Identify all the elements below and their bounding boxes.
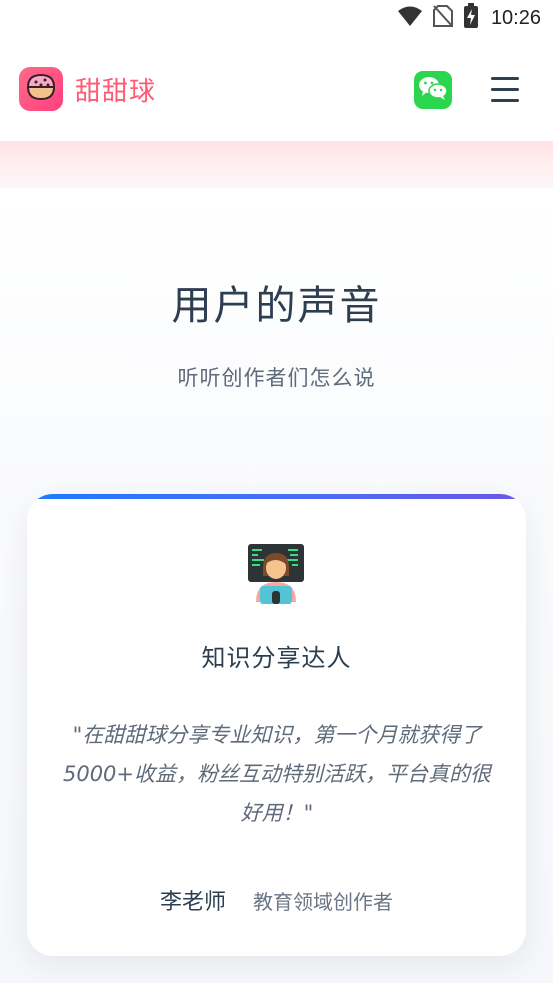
header: 甜甜球 bbox=[0, 36, 553, 141]
card-accent-bar bbox=[27, 494, 526, 499]
testimonial-quote: "在甜甜球分享专业知识，第一个月就获得了5000+收益，粉丝互动特别活跃，平台真… bbox=[62, 723, 492, 825]
no-sim-icon bbox=[432, 4, 453, 32]
status-icons: 10:26 bbox=[397, 3, 541, 33]
card-author: 李老师 教育领域创作者 bbox=[27, 884, 526, 916]
menu-bar-bottom bbox=[491, 99, 519, 102]
hamburger-menu-icon bbox=[491, 77, 519, 80]
author-name: 李老师 bbox=[159, 890, 226, 915]
battery-charging-icon bbox=[463, 3, 479, 33]
banner-strip bbox=[0, 141, 553, 188]
hamburger-menu-button[interactable] bbox=[486, 73, 524, 107]
testimonial-card: 知识分享达人 "在甜甜球分享专业知识，第一个月就获得了5000+收益，粉丝互动特… bbox=[27, 494, 526, 956]
wifi-icon bbox=[397, 5, 423, 31]
app-logo[interactable] bbox=[19, 67, 63, 111]
brand-name[interactable]: 甜甜球 bbox=[75, 71, 156, 108]
author-role: 教育领域创作者 bbox=[253, 890, 394, 914]
menu-bar-middle bbox=[491, 88, 519, 91]
wechat-button[interactable] bbox=[414, 71, 452, 109]
status-time: 10:26 bbox=[490, 6, 541, 29]
donut-icon bbox=[25, 72, 57, 106]
status-bar: 10:26 bbox=[0, 0, 553, 36]
card-title: 知识分享达人 bbox=[201, 644, 352, 672]
technologist-emoji-icon bbox=[246, 542, 306, 604]
section-title: 用户的声音 bbox=[171, 283, 382, 329]
page: 10:26 甜甜球 用户的声音 听听创作者们怎么说 知识分享达人 "在甜甜球分享… bbox=[0, 0, 553, 983]
wechat-icon bbox=[418, 75, 448, 105]
section-subtitle: 听听创作者们怎么说 bbox=[177, 366, 376, 390]
